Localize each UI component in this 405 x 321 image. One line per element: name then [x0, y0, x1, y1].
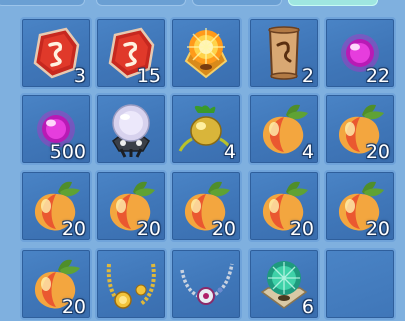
slot-quantity: 4 [223, 141, 236, 163]
slot-quantity: 500 [49, 141, 86, 163]
slot-quantity: 20 [136, 218, 161, 240]
slot-r2c5[interactable]: 20 [324, 93, 396, 165]
slot-quantity: 20 [365, 218, 390, 240]
slot-r3c1[interactable]: 20 [20, 170, 92, 242]
slot-r4c3[interactable] [170, 248, 242, 320]
slot-quantity: 20 [365, 141, 390, 163]
slot-quantity: 4 [301, 141, 314, 163]
slot-r1c4[interactable]: 2 [248, 17, 320, 89]
slot-quantity: 20 [61, 218, 86, 240]
crystal-ball-icon [101, 99, 161, 159]
slot-r2c4[interactable]: 4 [248, 93, 320, 165]
slot-r1c1[interactable]: 3 [20, 17, 92, 89]
slot-r4c4[interactable]: 6 [248, 248, 320, 320]
slot-r1c3[interactable] [170, 17, 242, 89]
slot-quantity: 22 [365, 65, 390, 87]
silver-necklace-icon [176, 254, 236, 314]
slot-r2c2[interactable] [95, 93, 167, 165]
slot-r1c2[interactable]: 15 [95, 17, 167, 89]
slot-r3c5[interactable]: 20 [324, 170, 396, 242]
slot-quantity: 2 [301, 65, 314, 87]
slot-r4c1[interactable]: 20 [20, 248, 92, 320]
inventory-grid: 3 15 2 22 500 4 4 20 20 20 20 20 20 20 6 [0, 0, 405, 321]
slot-quantity: 3 [73, 65, 86, 87]
slot-r4c2[interactable] [95, 248, 167, 320]
golden-paw-emblem-icon [176, 23, 236, 83]
slot-r2c1[interactable]: 500 [20, 93, 92, 165]
slot-quantity: 15 [136, 65, 161, 87]
gold-necklace-icon [101, 254, 161, 314]
slot-r1c5[interactable]: 22 [324, 17, 396, 89]
slot-r2c3[interactable]: 4 [170, 93, 242, 165]
slot-quantity: 6 [301, 296, 314, 318]
slot-r4c5-empty[interactable] [324, 248, 396, 320]
slot-r3c2[interactable]: 20 [95, 170, 167, 242]
slot-r3c4[interactable]: 20 [248, 170, 320, 242]
slot-quantity: 20 [211, 218, 236, 240]
slot-quantity: 20 [289, 218, 314, 240]
slot-r3c3[interactable]: 20 [170, 170, 242, 242]
slot-quantity: 20 [61, 296, 86, 318]
